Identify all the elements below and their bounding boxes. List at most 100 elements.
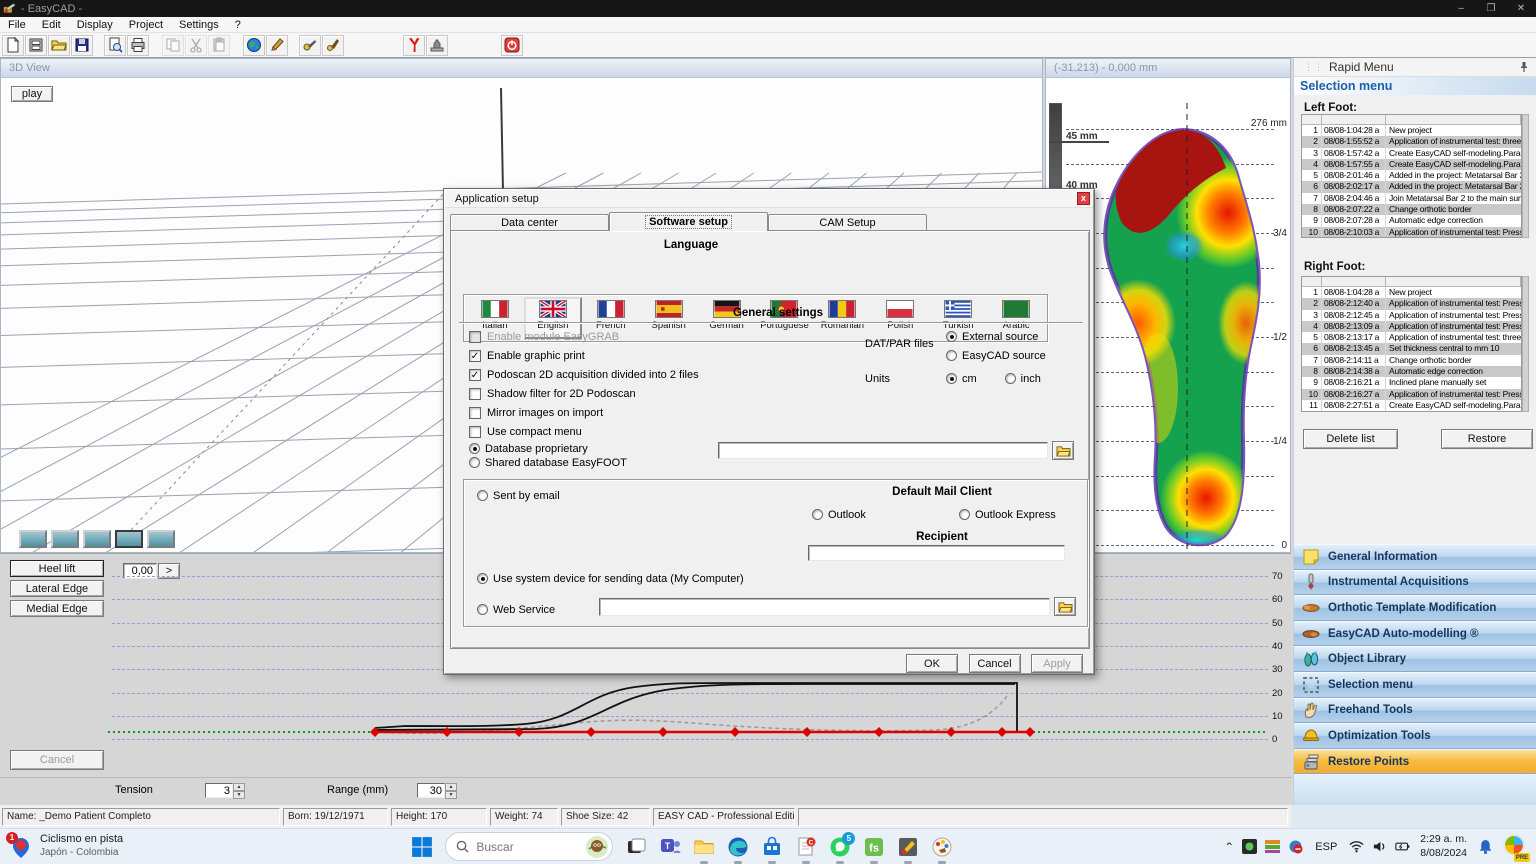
right-list-scrollbar[interactable] xyxy=(1522,276,1529,412)
dialog-title-bar[interactable]: Application setup xyxy=(445,190,1093,208)
tray-chevron-icon[interactable]: ⌃ xyxy=(1224,840,1234,854)
sidebar-item-restore-points[interactable]: Restore Points xyxy=(1294,749,1536,775)
dialog-close-button[interactable]: x xyxy=(1077,192,1090,205)
database-browse-button[interactable] xyxy=(1052,441,1074,460)
play-button[interactable]: play xyxy=(11,86,53,102)
minimize-button[interactable]: – xyxy=(1446,3,1476,14)
sidebar-item-general-information[interactable]: General Information xyxy=(1294,544,1536,570)
restore-point-row[interactable]: 708/08-2:14:11 aChange orthotic border xyxy=(1302,355,1521,366)
tension-spin-buttons[interactable]: ▲▼ xyxy=(233,783,245,798)
stamp-button[interactable] xyxy=(426,35,448,56)
new-file-button[interactable] xyxy=(2,35,24,56)
pencil-button[interactable] xyxy=(266,35,288,56)
restore-point-row[interactable]: 908/08-2:07:28 aAutomatic edge correctio… xyxy=(1302,215,1521,226)
restore-point-row[interactable]: 908/08-2:16:21 aInclined plane manually … xyxy=(1302,377,1521,388)
database-path-field[interactable] xyxy=(718,442,1048,459)
paint-taskbar-button[interactable] xyxy=(930,835,954,859)
wifi-icon[interactable] xyxy=(1349,839,1364,854)
left-list-scrollbar[interactable] xyxy=(1522,114,1529,238)
radio[interactable] xyxy=(946,350,957,361)
view-thumbnail-5[interactable] xyxy=(147,530,175,548)
tab-software-setup[interactable]: Software setup xyxy=(609,212,768,231)
view-thumbnail-1[interactable] xyxy=(19,530,47,548)
web-service-field[interactable] xyxy=(599,598,1050,616)
checkbox-use-compact-menu[interactable]: Use compact menu xyxy=(469,426,699,439)
checkbox-enable-module-easygrab[interactable]: Enable module EasyGRAB xyxy=(469,330,699,343)
copilot-button[interactable]: PRE xyxy=(1502,833,1526,860)
heel-lift-button[interactable]: Heel lift xyxy=(10,560,104,577)
radio-easycad-source[interactable]: EasyCAD source xyxy=(946,349,1046,362)
menu-edit[interactable]: Edit xyxy=(34,19,69,31)
restore-point-row[interactable]: 708/08-2:04:46 aJoin Metatarsal Bar 2 to… xyxy=(1302,193,1521,204)
radio[interactable] xyxy=(477,604,488,615)
easycad-taskbar-button[interactable] xyxy=(896,835,920,859)
radio-sent-by-email[interactable]: Sent by email xyxy=(477,489,560,502)
radio[interactable] xyxy=(1005,373,1016,384)
print-button[interactable] xyxy=(127,35,149,56)
radio-inch[interactable]: inch xyxy=(1005,372,1041,385)
menu-project[interactable]: Project xyxy=(121,19,171,31)
world-button[interactable] xyxy=(243,35,265,56)
web-service-browse-button[interactable] xyxy=(1054,597,1076,616)
restore-button[interactable]: Restore xyxy=(1441,429,1533,449)
maximize-button[interactable]: ❐ xyxy=(1476,3,1506,14)
restore-point-row[interactable]: 1008/08-2:16:27 aApplication of instrume… xyxy=(1302,389,1521,400)
checkbox-podoscan-2d-acquisition-divided-into-2-files[interactable]: ✓Podoscan 2D acquisition divided into 2 … xyxy=(469,368,699,381)
restore-point-row[interactable]: 808/08-2:07:22 aChange orthotic border xyxy=(1302,204,1521,215)
close-button[interactable]: ✕ xyxy=(1506,3,1536,14)
notification-bell-icon[interactable] xyxy=(1477,838,1494,855)
drag-grip-icon[interactable]: ⋮⋮ xyxy=(1304,62,1324,73)
checkbox[interactable]: ✓ xyxy=(469,350,481,362)
radio-outlook[interactable]: Outlook xyxy=(812,508,866,521)
archive-button[interactable] xyxy=(25,35,47,56)
news-widget[interactable]: 1 Ciclismo en pista Japón - Colombia xyxy=(8,833,188,859)
checkbox[interactable] xyxy=(469,407,481,419)
language-option-polish[interactable]: Polish xyxy=(871,297,929,339)
checkbox[interactable] xyxy=(469,426,481,438)
taskview-taskbar-button[interactable] xyxy=(624,835,648,859)
cancel-profile-button[interactable]: Cancel xyxy=(10,750,104,770)
language-indicator[interactable]: ESP xyxy=(1315,841,1337,853)
tension-stepper[interactable]: 3 ▲▼ xyxy=(205,783,245,798)
volume-icon[interactable] xyxy=(1372,839,1387,854)
restore-point-row[interactable]: 408/08-2:13:09 aApplication of instrumen… xyxy=(1302,321,1521,332)
restore-point-row[interactable]: 308/08-1:57:42 aCreate EasyCAD self-mode… xyxy=(1302,148,1521,159)
menu-file[interactable]: File xyxy=(0,19,34,31)
checkbox-mirror-images-on-import[interactable]: Mirror images on import xyxy=(469,407,699,420)
edge-taskbar-button[interactable] xyxy=(726,835,750,859)
delete-list-button[interactable]: Delete list xyxy=(1303,429,1398,449)
restore-point-row[interactable]: 108/08-1:04:28 aNew project xyxy=(1302,287,1521,298)
search-box[interactable]: Buscar xyxy=(445,832,613,861)
fs-taskbar-button[interactable]: fs xyxy=(862,835,886,859)
cancel-button[interactable]: Cancel xyxy=(969,654,1021,673)
power-button[interactable] xyxy=(501,35,523,56)
radio[interactable] xyxy=(469,443,480,454)
word-c-taskbar-button[interactable]: C xyxy=(794,835,818,859)
view-thumbnail-2[interactable] xyxy=(51,530,79,548)
orthotic-tool-button[interactable] xyxy=(299,35,321,56)
save-button[interactable] xyxy=(71,35,93,56)
radio[interactable] xyxy=(946,373,957,384)
lateral-edge-button[interactable]: Lateral Edge xyxy=(10,580,104,597)
red-plier-button[interactable] xyxy=(403,35,425,56)
tray-app2-icon[interactable] xyxy=(1265,839,1280,854)
view-thumbnail-4[interactable] xyxy=(115,530,143,548)
menu-settings[interactable]: Settings xyxy=(171,19,227,31)
restore-point-row[interactable]: 608/08-2:13:45 aSet thickness central to… xyxy=(1302,343,1521,354)
radio-use-system-device-for-sending-data-my-computer[interactable]: Use system device for sending data (My C… xyxy=(477,572,744,585)
restore-point-row[interactable]: 808/08-2:14:38 aAutomatic edge correctio… xyxy=(1302,366,1521,377)
restore-point-row[interactable]: 508/08-2:01:46 aAdded in the project: Me… xyxy=(1302,170,1521,181)
tray-app3-icon[interactable] xyxy=(1288,839,1303,854)
recipient-field[interactable] xyxy=(808,545,1065,561)
folder-taskbar-button[interactable] xyxy=(692,835,716,859)
teams-taskbar-button[interactable]: T xyxy=(658,835,682,859)
sidebar-item-object-library[interactable]: Object Library xyxy=(1294,646,1536,672)
store-taskbar-button[interactable] xyxy=(760,835,784,859)
view-thumbnail-3[interactable] xyxy=(83,530,111,548)
range-stepper[interactable]: 30 ▲▼ xyxy=(417,783,457,798)
restore-point-row[interactable]: 208/08-2:12:40 aApplication of instrumen… xyxy=(1302,298,1521,309)
tab-data-center[interactable]: Data center xyxy=(450,214,609,231)
start-button[interactable] xyxy=(410,835,434,859)
radio[interactable] xyxy=(477,573,488,584)
sidebar-item-orthotic-template-modification[interactable]: Orthotic Template Modification xyxy=(1294,595,1536,621)
